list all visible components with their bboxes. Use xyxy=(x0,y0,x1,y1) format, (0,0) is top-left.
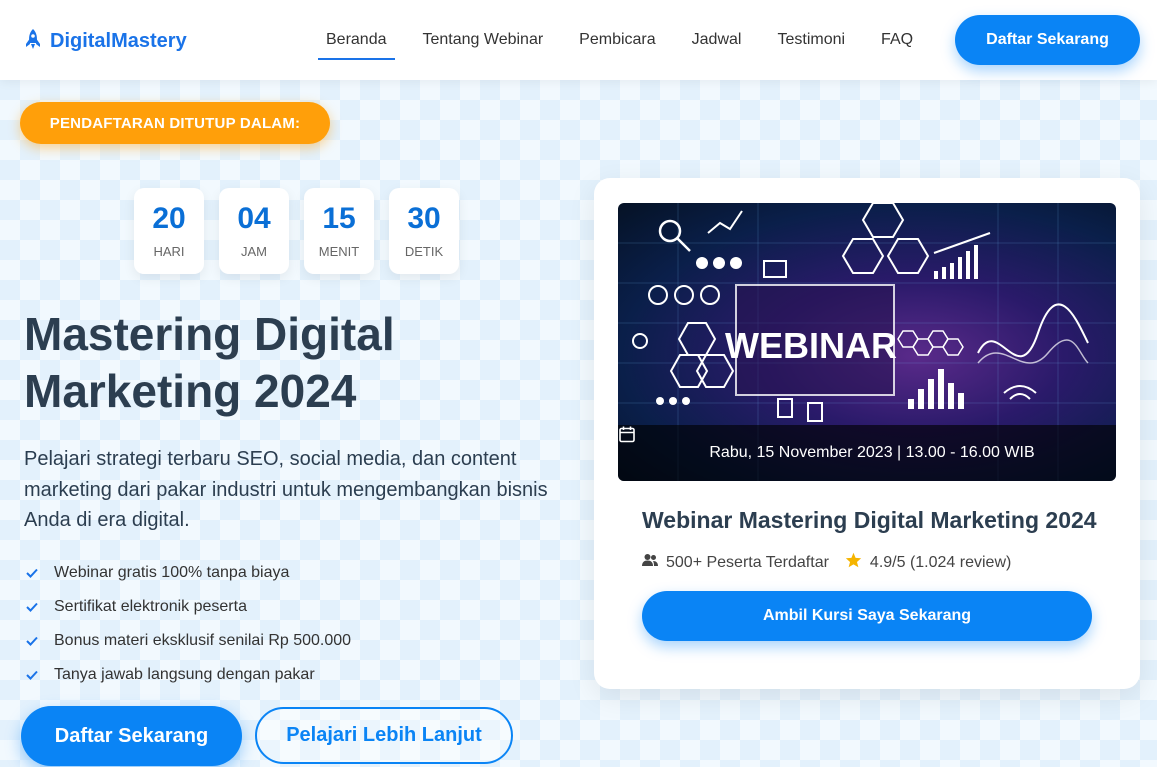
registration-closing-badge: PENDAFTARAN DITUTUP DALAM: xyxy=(20,102,330,144)
countdown-label: MENIT xyxy=(318,243,360,259)
star-icon xyxy=(845,552,862,573)
nav-testimoni[interactable]: Testimoni xyxy=(777,0,845,80)
feature-item: Sertifikat elektronik peserta xyxy=(24,590,351,624)
nav-tentang-webinar[interactable]: Tentang Webinar xyxy=(423,0,544,80)
feature-list: Webinar gratis 100% tanpa biaya Sertifik… xyxy=(24,556,351,692)
feature-text: Bonus materi eksklusif senilai Rp 500.00… xyxy=(54,632,352,649)
countdown-label: JAM xyxy=(241,243,267,259)
check-icon xyxy=(24,667,40,683)
site-header: DigitalMastery Beranda Tentang Webinar P… xyxy=(0,0,1157,80)
countdown-value: 20 xyxy=(152,201,186,235)
nav-jadwal[interactable]: Jadwal xyxy=(692,0,742,80)
participants: 500+ Peserta Terdaftar xyxy=(642,553,829,572)
check-icon xyxy=(24,599,40,615)
nav-pembicara[interactable]: Pembicara xyxy=(579,0,655,80)
schedule-overlay: Rabu, 15 November 2023 | 13.00 - 16.00 W… xyxy=(618,425,1116,481)
nav-faq[interactable]: FAQ xyxy=(881,0,913,80)
countdown-minutes: 15 MENIT xyxy=(304,188,374,274)
feature-item: Bonus materi eksklusif senilai Rp 500.00… xyxy=(24,624,351,658)
hero-title: Mastering Digital Marketing 2024 xyxy=(24,308,395,417)
countdown-label: DETIK xyxy=(404,243,444,259)
schedule-text: Rabu, 15 November 2023 | 13.00 - 16.00 W… xyxy=(709,444,1035,461)
hero-description: Pelajari strategi terbaru SEO, social me… xyxy=(24,448,548,531)
rating-text: 4.9/5 (1.024 review) xyxy=(869,553,1012,571)
rocket-icon xyxy=(24,28,42,55)
learn-more-button[interactable]: Pelajari Lebih Lanjut xyxy=(255,707,513,764)
register-button[interactable]: Daftar Sekarang xyxy=(21,706,242,766)
users-icon xyxy=(642,553,658,572)
feature-text: Webinar gratis 100% tanpa biaya xyxy=(54,564,290,581)
participants-text: 500+ Peserta Terdaftar xyxy=(666,553,829,571)
countdown-days: 20 HARI xyxy=(134,188,204,274)
countdown-hours: 04 JAM xyxy=(219,188,289,274)
card-meta: 500+ Peserta Terdaftar 4.9/5 (1.024 revi… xyxy=(642,552,1027,573)
countdown-timer: 20 HARI 04 JAM 15 MENIT 30 DETIK xyxy=(134,188,459,274)
logo-text: DigitalMastery xyxy=(50,30,187,52)
webinar-image-text: WEBINAR xyxy=(725,325,897,366)
feature-item: Webinar gratis 100% tanpa biaya xyxy=(24,556,351,590)
webinar-image: WEBINAR Rabu, 15 November 2023 | 13.00 -… xyxy=(618,203,1116,481)
nav-beranda[interactable]: Beranda xyxy=(318,0,395,80)
feature-item: Tanya jawab langsung dengan pakar xyxy=(24,658,351,692)
countdown-value: 30 xyxy=(407,201,441,235)
countdown-value: 15 xyxy=(322,201,356,235)
feature-text: Sertifikat elektronik peserta xyxy=(54,598,247,615)
countdown-seconds: 30 DETIK xyxy=(389,188,459,274)
rating: 4.9/5 (1.024 review) xyxy=(845,552,1011,573)
check-icon xyxy=(24,565,40,581)
webinar-card: WEBINAR Rabu, 15 November 2023 | 13.00 -… xyxy=(594,178,1140,689)
reserve-seat-button[interactable]: Ambil Kursi Saya Sekarang xyxy=(642,591,1092,641)
countdown-label: HARI xyxy=(153,243,185,259)
header-register-button[interactable]: Daftar Sekarang xyxy=(955,15,1140,65)
check-icon xyxy=(24,633,40,649)
countdown-value: 04 xyxy=(237,201,271,235)
card-title: Webinar Mastering Digital Marketing 2024 xyxy=(642,507,1097,533)
feature-text: Tanya jawab langsung dengan pakar xyxy=(54,666,315,683)
main-nav: Beranda Tentang Webinar Pembicara Jadwal… xyxy=(318,0,949,80)
logo[interactable]: DigitalMastery xyxy=(24,28,187,55)
